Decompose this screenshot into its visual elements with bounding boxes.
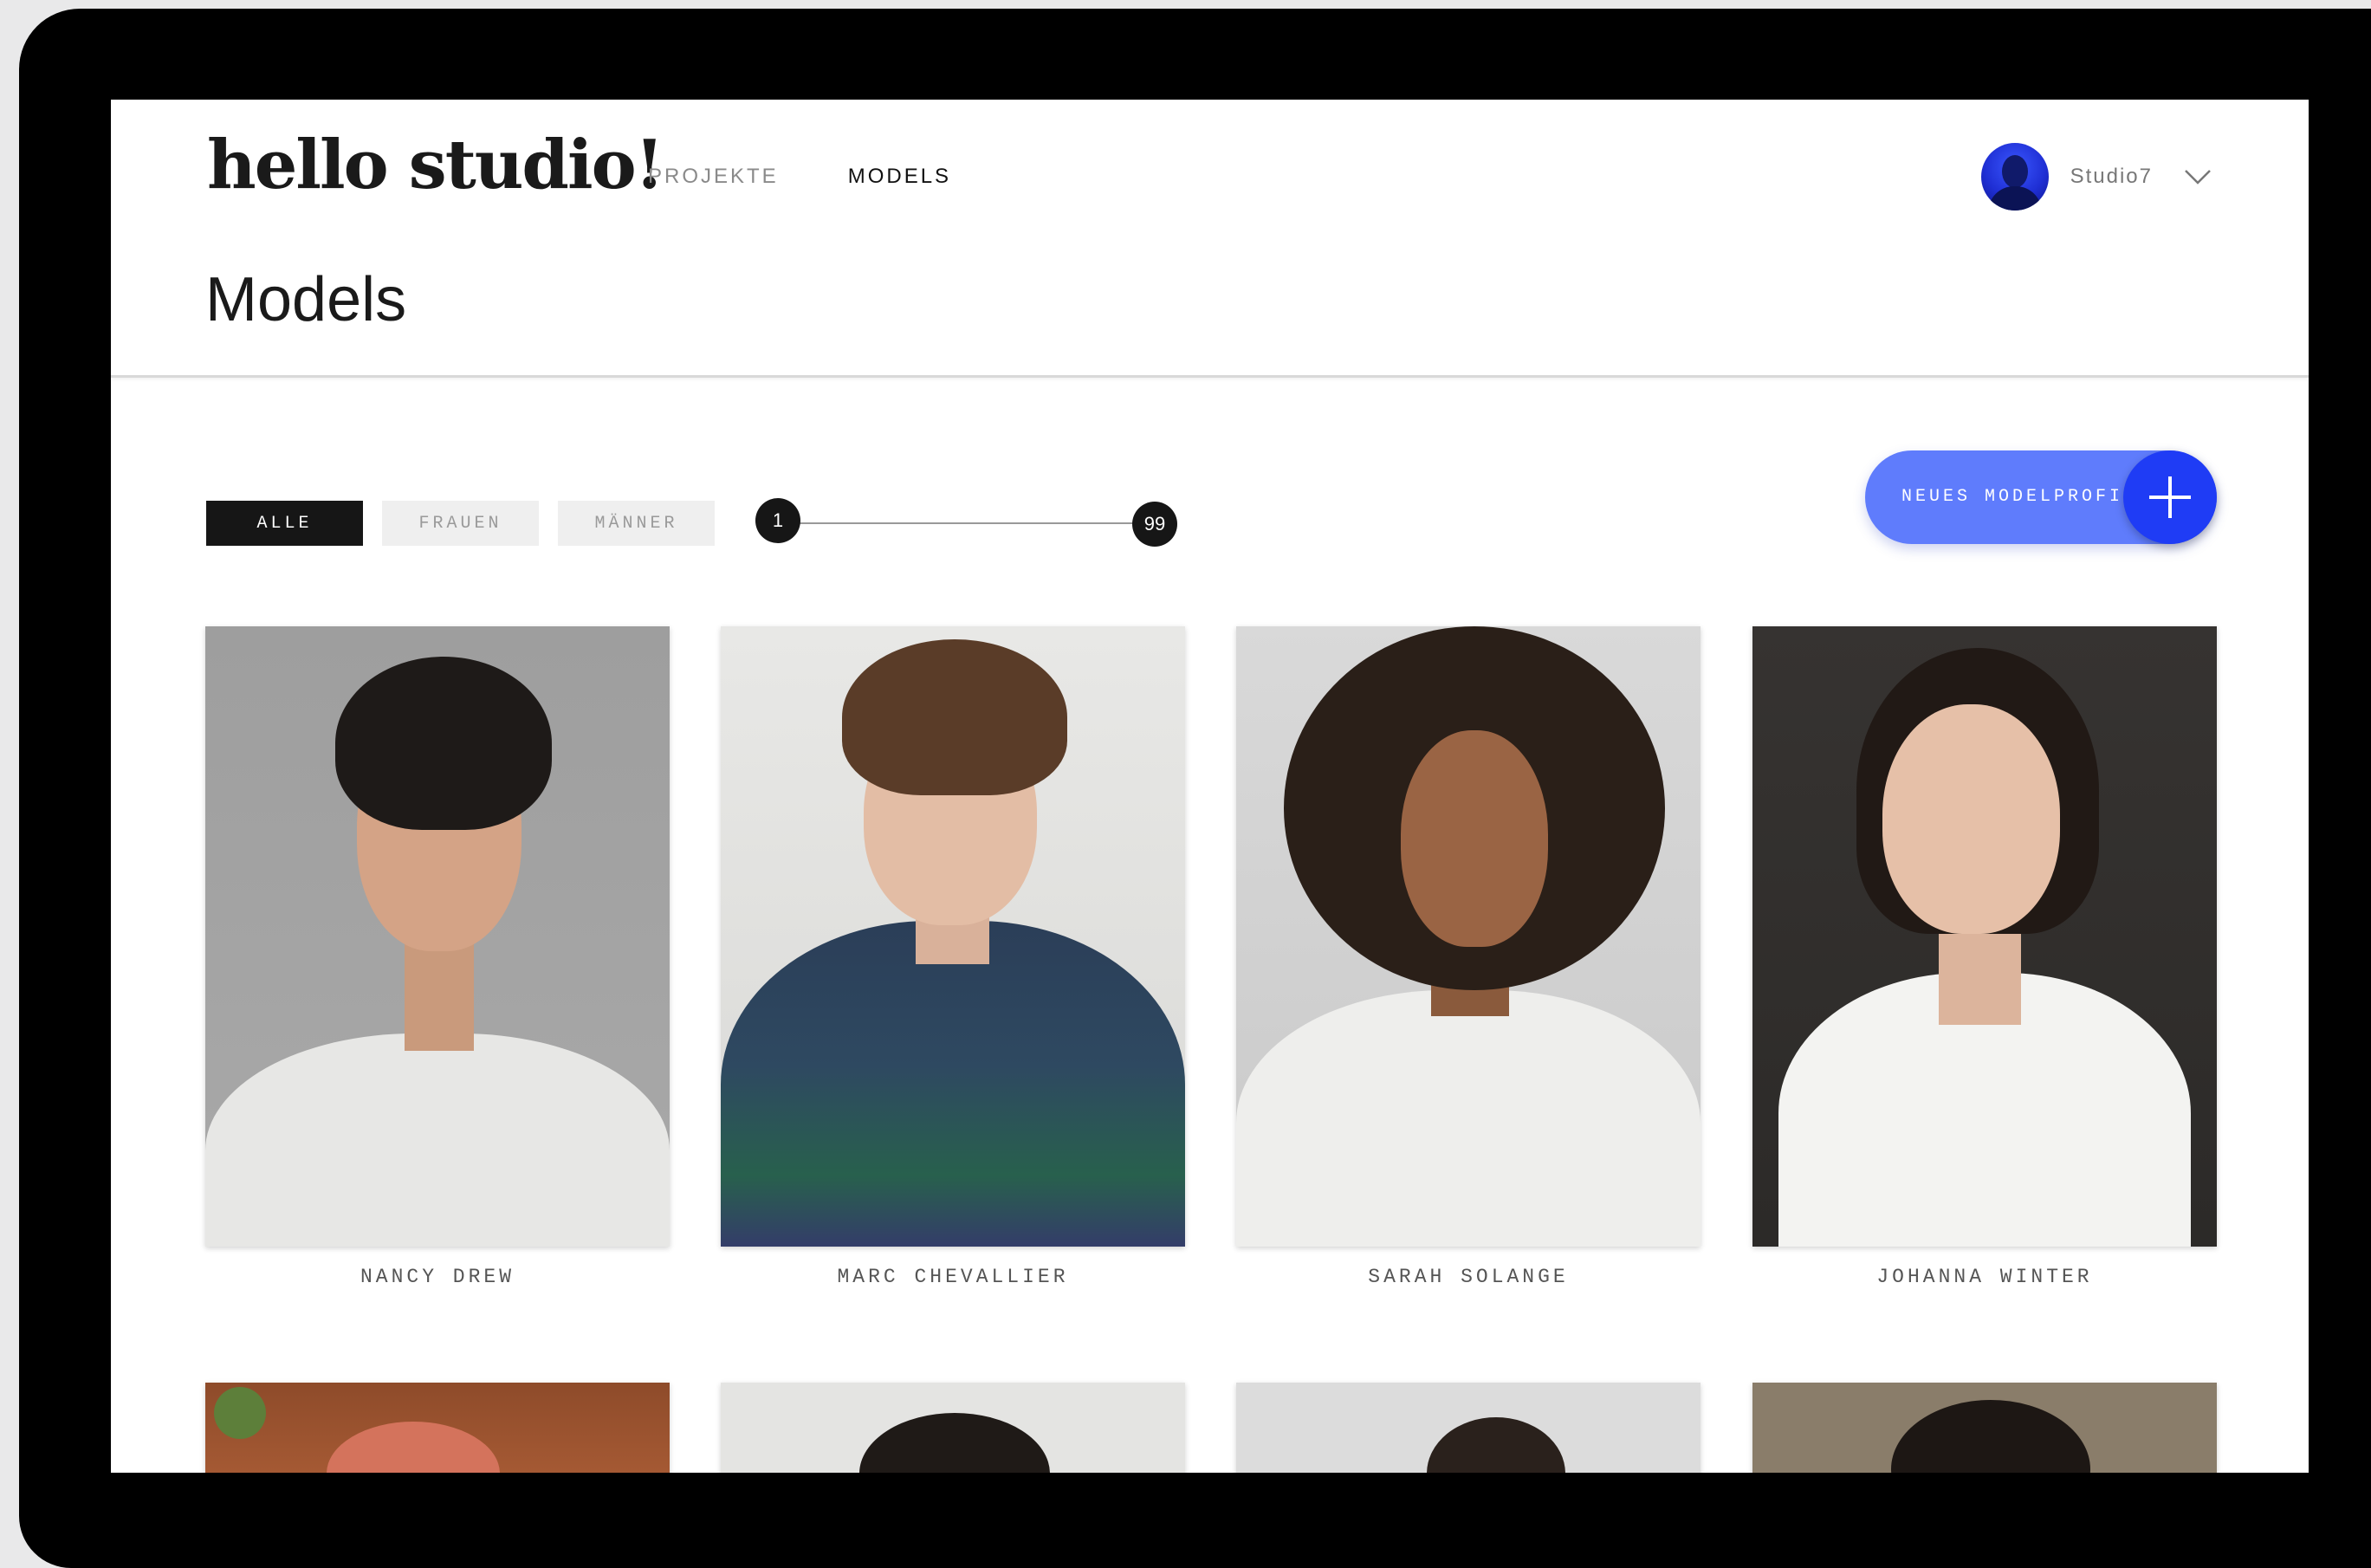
nav-item-projekte[interactable]: PROJEKTE (648, 165, 779, 189)
model-card[interactable] (721, 1383, 1185, 1473)
model-photo[interactable] (1236, 626, 1701, 1247)
app-screen: hello studio! PROJEKTE MODELS Studio7 Mo… (111, 100, 2309, 1473)
new-model-profile-button[interactable]: NEUES MODELPROFIL (1865, 450, 2217, 544)
main-nav: PROJEKTE MODELS (648, 165, 951, 189)
nav-item-models[interactable]: MODELS (848, 165, 951, 189)
app-logo[interactable]: hello studio! (207, 126, 664, 204)
model-name[interactable]: JOHANNA WINTER (1752, 1266, 2217, 1288)
new-model-profile-label: NEUES MODELPROFIL (1901, 487, 2138, 507)
model-card[interactable]: MARC CHEVALLIER (721, 626, 1185, 1288)
range-min-handle[interactable]: 1 (755, 498, 800, 543)
model-photo[interactable] (721, 1383, 1185, 1473)
model-card[interactable] (1752, 1383, 2217, 1473)
chevron-down-icon[interactable] (2184, 168, 2212, 185)
avatar-shoulders-shape (1987, 186, 2042, 211)
model-photo[interactable] (205, 1383, 670, 1473)
avatar-head-shape (2001, 155, 2028, 188)
gender-filter: ALLE FRAUEN MÄNNER (206, 501, 715, 546)
model-card[interactable]: NANCY DREW (205, 626, 670, 1288)
model-card[interactable]: JOHANNA WINTER (1752, 626, 2217, 1288)
user-name[interactable]: Studio7 (2070, 165, 2153, 189)
age-range-slider[interactable]: 1 99 (755, 498, 1177, 547)
filter-women-button[interactable]: FRAUEN (382, 501, 539, 546)
model-name[interactable]: SARAH SOLANGE (1236, 1266, 1701, 1288)
model-card[interactable] (205, 1383, 670, 1473)
filter-all-button[interactable]: ALLE (206, 501, 363, 546)
model-card[interactable] (1236, 1383, 1701, 1473)
page-title: Models (205, 265, 407, 334)
model-photo[interactable] (1236, 1383, 1701, 1473)
filter-men-button[interactable]: MÄNNER (558, 501, 715, 546)
avatar[interactable] (1980, 143, 2049, 211)
model-photo[interactable] (721, 626, 1185, 1247)
user-menu[interactable]: Studio7 (1980, 143, 2212, 211)
header: hello studio! PROJEKTE MODELS Studio7 Mo… (111, 100, 2309, 378)
model-photo[interactable] (1752, 1383, 2217, 1473)
model-photo[interactable] (1752, 626, 2217, 1247)
range-max-handle[interactable]: 99 (1132, 502, 1177, 547)
model-name[interactable]: NANCY DREW (205, 1266, 670, 1288)
model-photo[interactable] (205, 626, 670, 1247)
plus-icon[interactable] (2123, 450, 2217, 544)
model-card[interactable]: SARAH SOLANGE (1236, 626, 1701, 1288)
range-track[interactable] (780, 522, 1153, 524)
model-name[interactable]: MARC CHEVALLIER (721, 1266, 1185, 1288)
